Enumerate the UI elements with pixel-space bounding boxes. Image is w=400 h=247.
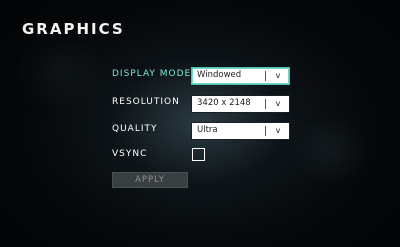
chevron-down-icon[interactable]: v xyxy=(270,69,286,83)
select-divider xyxy=(265,126,266,136)
quality-label: QUALITY xyxy=(112,124,158,134)
chevron-down-icon[interactable]: v xyxy=(270,97,286,111)
vsync-label: VSYNC xyxy=(112,149,148,159)
page-title: GRAPHICS xyxy=(22,20,125,38)
apply-button[interactable]: APPLY xyxy=(112,172,188,188)
select-divider xyxy=(265,71,266,81)
quality-select[interactable]: Ultra v xyxy=(191,122,290,140)
resolution-value: 3420 x 2148 xyxy=(197,98,251,108)
quality-value: Ultra xyxy=(197,125,218,135)
resolution-label: RESOLUTION xyxy=(112,97,180,107)
chevron-down-icon[interactable]: v xyxy=(270,124,286,138)
display-mode-select[interactable]: Windowed v xyxy=(191,67,290,85)
display-mode-label: DISPLAY MODE xyxy=(112,69,192,79)
resolution-select[interactable]: 3420 x 2148 v xyxy=(191,95,290,113)
select-divider xyxy=(265,99,266,109)
vsync-checkbox[interactable] xyxy=(192,148,205,161)
display-mode-value: Windowed xyxy=(197,70,242,80)
